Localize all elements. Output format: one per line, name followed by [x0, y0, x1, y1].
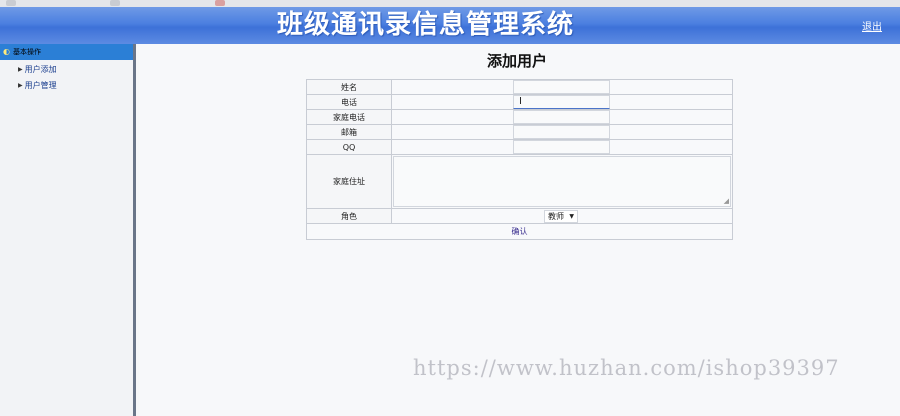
form-row-name: 姓名 [306, 79, 733, 95]
triangle-right-icon: ▶ [18, 82, 23, 89]
sidebar-item-label: 用户管理 [24, 81, 57, 90]
sidebar: ◐ 基本操作 ▶ 用户添加 ▶ 用户管理 [0, 44, 136, 416]
email-label: 邮箱 [306, 124, 392, 140]
sidebar-item-label: 用户添加 [24, 65, 57, 74]
sidebar-item-add-user[interactable]: ▶ 用户添加 [18, 64, 57, 75]
form-row-email: 邮箱 [306, 124, 733, 140]
triangle-right-icon: ▶ [18, 66, 23, 73]
watermark: https://www.huzhan.com/ishop39397 [413, 356, 840, 380]
home-phone-label: 家庭电话 [306, 109, 392, 125]
top-strip [0, 0, 900, 7]
name-label: 姓名 [306, 79, 392, 95]
qq-label: QQ [306, 139, 392, 155]
text-cursor-icon: I [519, 96, 522, 107]
home-phone-input[interactable] [513, 110, 610, 124]
form-row-role: 角色 教师 ▼ [306, 208, 733, 224]
phone-cell: I [391, 94, 733, 110]
page-title: 添加用户 [487, 52, 548, 70]
top-glyph [215, 0, 225, 6]
name-cell [391, 79, 733, 95]
sidebar-group-header[interactable]: ◐ 基本操作 [0, 44, 133, 60]
email-cell [391, 124, 733, 140]
phone-input[interactable] [513, 95, 610, 109]
form-row-address: 家庭住址 ◢ [306, 154, 733, 209]
form-row-phone: 电话 I [306, 94, 733, 110]
role-label: 角色 [306, 208, 392, 224]
home-phone-cell [391, 109, 733, 125]
qq-cell [391, 139, 733, 155]
address-cell: ◢ [391, 154, 733, 209]
confirm-button[interactable]: 确认 [512, 227, 528, 236]
address-label: 家庭住址 [306, 154, 392, 209]
logout-link[interactable]: 退出 [862, 18, 882, 33]
resize-grip-icon[interactable]: ◢ [724, 197, 729, 205]
chevron-down-icon: ▼ [569, 213, 574, 220]
email-input[interactable] [513, 125, 610, 139]
role-cell: 教师 ▼ [391, 208, 733, 224]
add-user-form: 姓名 电话 I 家庭电话 邮箱 QQ 家庭住址 ◢ 角色 教师 ▼ 确认 [306, 79, 733, 240]
role-selected-value: 教师 [548, 212, 564, 221]
form-row-home-phone: 家庭电话 [306, 109, 733, 125]
phone-label: 电话 [306, 94, 392, 110]
role-select[interactable]: 教师 ▼ [544, 210, 578, 223]
address-textarea[interactable] [393, 156, 731, 207]
name-input[interactable] [513, 80, 610, 94]
form-row-submit: 确认 [306, 223, 733, 240]
qq-input[interactable] [513, 140, 610, 154]
sidebar-item-manage-users[interactable]: ▶ 用户管理 [18, 80, 57, 91]
submit-cell: 确认 [306, 223, 733, 240]
top-glyph [6, 0, 16, 6]
app-title: 班级通讯录信息管理系统 [277, 10, 575, 40]
top-glyph [110, 0, 120, 6]
app-header: 班级通讯录信息管理系统 退出 [0, 7, 900, 44]
eye-icon: ◐ [3, 47, 10, 56]
form-row-qq: QQ [306, 139, 733, 155]
sidebar-group-label: 基本操作 [12, 48, 41, 56]
